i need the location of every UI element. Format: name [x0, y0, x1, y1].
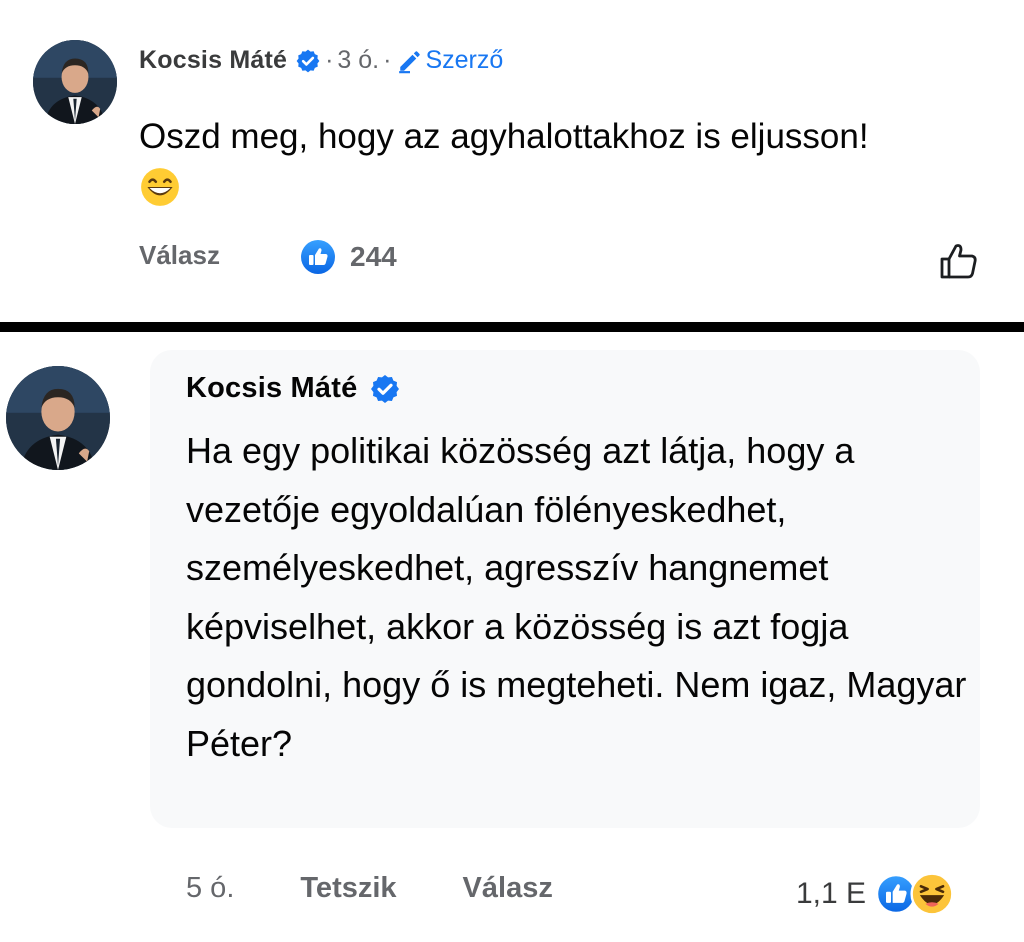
haha-reaction-icon	[910, 872, 954, 916]
reaction-summary[interactable]: 244	[300, 239, 397, 275]
reply-button[interactable]: Válasz	[463, 872, 553, 905]
pencil-icon	[399, 50, 421, 73]
grinning-face-emoji-icon	[141, 168, 179, 206]
like-reaction-icon	[301, 240, 335, 274]
reaction-count: 244	[350, 241, 397, 272]
reply-button[interactable]: Válasz	[139, 240, 220, 271]
separator-dot: ·	[325, 46, 334, 74]
author-badge: Szerző	[397, 46, 503, 75]
comment-text: Oszd meg, hogy az agyhalottakhoz is elju…	[139, 110, 899, 218]
author-name[interactable]: Kocsis Máté	[186, 372, 357, 405]
reaction-summary[interactable]: 1,1 E	[796, 872, 962, 916]
comment-actions: 5 ó. Tetszik Válasz	[186, 872, 553, 905]
comment-time[interactable]: 3 ó.	[337, 46, 379, 75]
avatar-photo	[6, 366, 110, 470]
comment-time[interactable]: 5 ó.	[186, 872, 234, 905]
reaction-icons	[876, 872, 962, 916]
section-divider	[0, 322, 1024, 332]
thumbs-up-outline-icon[interactable]	[938, 240, 980, 282]
verified-badge-icon	[371, 374, 400, 403]
comment-body: Ha egy politikai közösség azt látja, hog…	[186, 430, 967, 764]
author-badge-label: Szerző	[425, 46, 504, 74]
verified-badge-icon	[296, 49, 320, 72]
avatar-photo	[33, 40, 117, 124]
reaction-count: 1,1 E	[796, 877, 867, 910]
separator-dot: ·	[383, 46, 392, 74]
author-name[interactable]: Kocsis Máté	[139, 46, 287, 75]
like-button[interactable]: Tetszik	[300, 872, 396, 905]
comment-body: Oszd meg, hogy az agyhalottakhoz is elju…	[139, 117, 869, 156]
comment-header: Kocsis Máté	[186, 372, 401, 405]
avatar[interactable]	[6, 366, 110, 470]
comment-header: Kocsis Máté · 3 ó. · Szerző	[139, 46, 503, 75]
avatar[interactable]	[33, 40, 117, 124]
